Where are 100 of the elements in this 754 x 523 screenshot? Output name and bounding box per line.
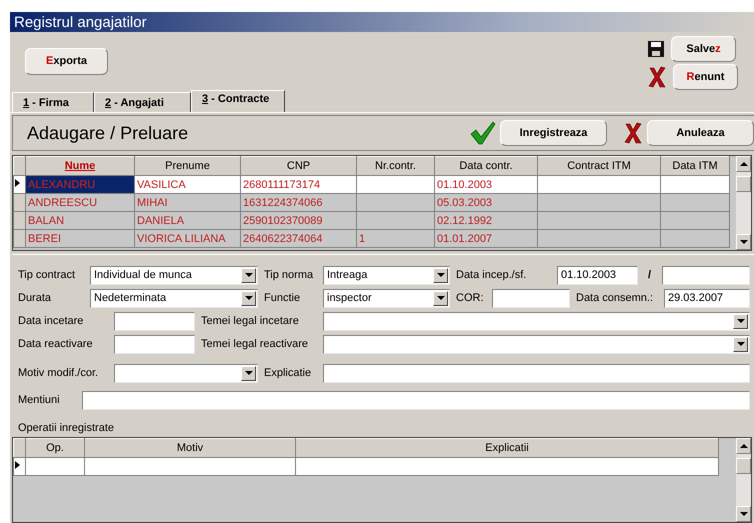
column-header[interactable]: Contract ITM	[538, 156, 660, 176]
tab[interactable]: 2 - Angajati	[94, 92, 191, 112]
dropdown-field[interactable]	[323, 312, 750, 330]
up-arrow-icon	[738, 442, 748, 450]
dropdown-button[interactable]	[433, 268, 448, 282]
table-cell: 01.10.2003	[434, 176, 538, 194]
field-label: Data consemn.:	[575, 292, 654, 304]
dropdown-field[interactable]: Nedeterminata	[90, 288, 258, 308]
dropdown-button[interactable]	[241, 290, 256, 306]
field-label: /	[647, 269, 652, 281]
field-label: Data incep./sf.	[455, 269, 528, 281]
close-icon	[647, 66, 667, 88]
down-arrow-icon	[244, 369, 254, 377]
column-header[interactable]: Explicatii	[296, 438, 718, 458]
input-field[interactable]	[323, 364, 750, 382]
section-label: Operatii inregistrate	[18, 422, 115, 434]
table-cell	[660, 176, 730, 194]
input-field[interactable]: 01.10.2003	[557, 266, 638, 284]
input-field[interactable]	[492, 288, 570, 308]
column-header[interactable]: Prenume	[134, 156, 240, 176]
dropdown-button[interactable]	[733, 314, 748, 328]
table-cell	[660, 230, 730, 248]
table-cell	[660, 212, 730, 230]
register-button[interactable]: Inregistreaza	[500, 120, 607, 146]
dropdown-button[interactable]	[241, 366, 256, 380]
table-cell: BALAN	[26, 212, 134, 230]
down-arrow-icon	[436, 271, 446, 279]
field-label: Temei legal reactivare	[200, 338, 309, 350]
tab[interactable]: 3 - Contracte	[191, 90, 285, 112]
input-field[interactable]	[114, 334, 195, 354]
table-row[interactable]: ALEXANDRU VASILICA 2680111173174 01.10.2003	[14, 176, 730, 194]
table-cell: 1631224374066	[240, 194, 356, 212]
section-title: Adaugare / Preluare	[26, 122, 188, 144]
table-cell	[660, 194, 730, 212]
down-arrow-icon	[244, 294, 254, 302]
window-title: Registrul angajatilor	[14, 14, 147, 30]
cancel-button[interactable]: Renunt	[673, 64, 738, 90]
input-field[interactable]: 29.03.2007	[664, 288, 750, 308]
field-label: Explicatie	[263, 367, 312, 379]
table-row[interactable]	[14, 458, 718, 476]
table-cell: 1	[356, 230, 434, 248]
dropdown-field[interactable]: Individual de munca	[90, 266, 258, 284]
table-row[interactable]: BEREI VIORICA LILIANA 2640622374064 1 01.01.2007	[14, 230, 730, 248]
up-arrow-icon	[738, 160, 748, 168]
table-cell: VASILICA	[134, 176, 240, 194]
field-label: Mentiuni	[17, 394, 61, 406]
table-cell: ALEXANDRU	[26, 176, 134, 194]
table-cell: 01.01.2007	[434, 230, 538, 248]
field-label: COR:	[455, 292, 484, 304]
dropdown-button[interactable]	[241, 268, 256, 282]
scroll-thumb[interactable]	[736, 176, 751, 192]
scroll-thumb[interactable]	[736, 458, 751, 474]
table-cell: 2590102370089	[240, 212, 356, 230]
export-button[interactable]: Exporta	[25, 48, 108, 74]
dropdown-field[interactable]: Intreaga	[323, 266, 450, 284]
down-arrow-icon	[244, 271, 254, 279]
scrollbar[interactable]	[736, 156, 751, 250]
field-label: Functie	[263, 292, 302, 304]
checkmark-icon	[470, 121, 496, 145]
dropdown-field[interactable]	[323, 334, 750, 354]
down-arrow-icon	[738, 238, 748, 246]
down-arrow-icon	[738, 510, 748, 518]
table-cell: MIHAI	[134, 194, 240, 212]
field-label: Tip contract	[17, 269, 76, 281]
column-header[interactable]: Nume	[26, 156, 134, 176]
column-header[interactable]: Motiv	[84, 438, 296, 458]
column-header[interactable]: Data ITM	[660, 156, 730, 176]
table-cell: DANIELA	[134, 212, 240, 230]
scrollbar[interactable]	[736, 438, 751, 522]
column-header[interactable]: Op.	[26, 438, 84, 458]
down-arrow-icon	[436, 294, 446, 302]
field-label: Motiv modif./cor.	[17, 367, 100, 379]
save-button[interactable]: Salvez	[671, 36, 736, 62]
down-arrow-icon	[736, 317, 746, 325]
tab[interactable]: 1 - Firma	[12, 92, 94, 112]
field-label: Data incetare	[17, 315, 84, 327]
table-cell: BEREI	[26, 230, 134, 248]
field-label: Tip norma	[263, 269, 314, 281]
input-field[interactable]	[662, 266, 750, 284]
close-icon	[623, 122, 643, 144]
column-header[interactable]: CNP	[240, 156, 356, 176]
dropdown-field[interactable]	[114, 364, 258, 382]
table-cell: 2640622374064	[240, 230, 356, 248]
table-cell: 02.12.1992	[434, 212, 538, 230]
table-row[interactable]: BALAN DANIELA 2590102370089 02.12.1992	[14, 212, 730, 230]
input-field[interactable]	[82, 390, 750, 410]
column-header[interactable]: Data contr.	[434, 156, 538, 176]
cancel-button[interactable]: Anuleaza	[647, 120, 754, 146]
table-cell: 2680111173174	[240, 176, 356, 194]
field-label: Data reactivare	[17, 338, 94, 350]
down-arrow-icon	[736, 340, 746, 348]
table-row[interactable]: ANDREESCU MIHAI 1631224374066 05.03.2003	[14, 194, 730, 212]
field-label: Durata	[17, 292, 52, 304]
column-header[interactable]: Nr.contr.	[356, 156, 434, 176]
table-cell: VIORICA LILIANA	[134, 230, 240, 248]
field-label: Temei legal incetare	[200, 315, 300, 327]
dropdown-button[interactable]	[433, 290, 448, 306]
input-field[interactable]	[114, 312, 195, 330]
dropdown-button[interactable]	[733, 336, 748, 352]
dropdown-field[interactable]: inspector	[323, 288, 450, 308]
